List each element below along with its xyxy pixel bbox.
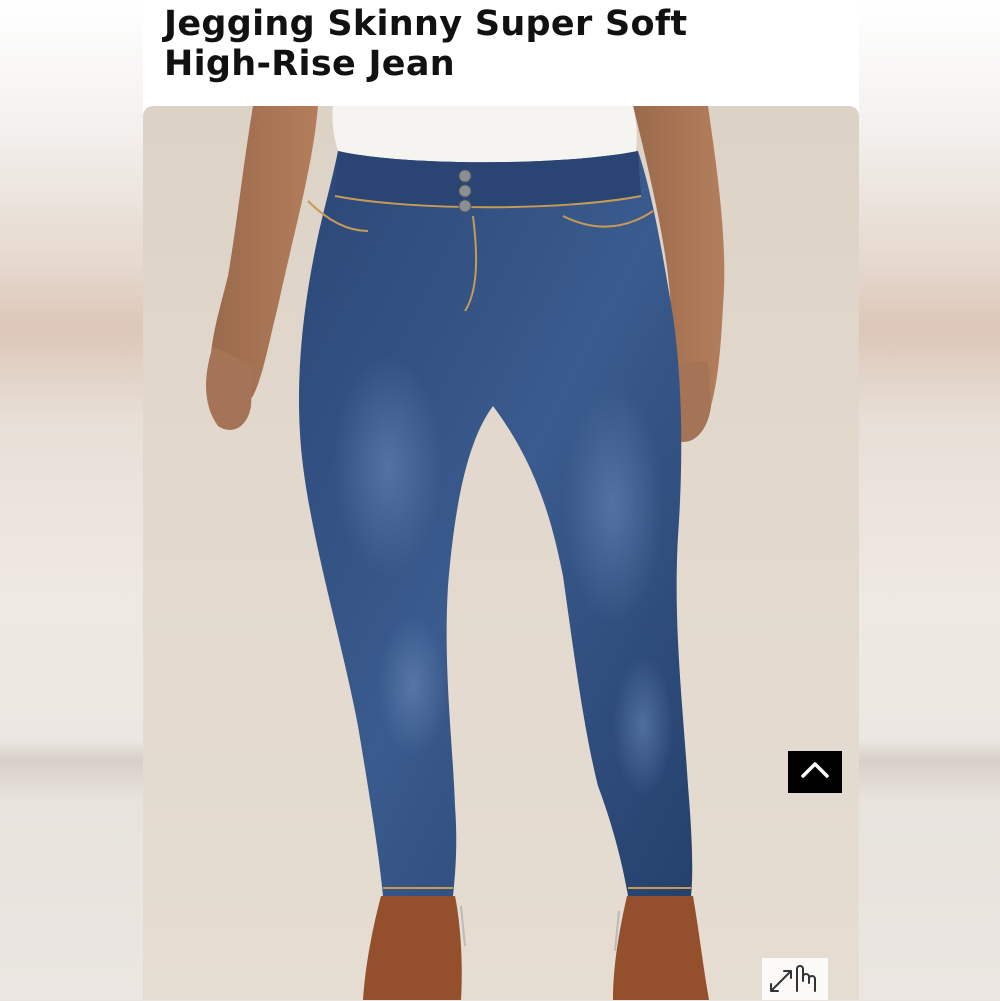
product-image[interactable] [143,106,859,1000]
product-title: Jegging Skinny Super Soft High-Rise Jean [164,4,688,84]
zoom-button[interactable] [762,958,828,1000]
chevron-up-icon [800,760,830,784]
scroll-to-top-button[interactable] [788,751,842,793]
hand-expand-icon [765,957,825,1001]
